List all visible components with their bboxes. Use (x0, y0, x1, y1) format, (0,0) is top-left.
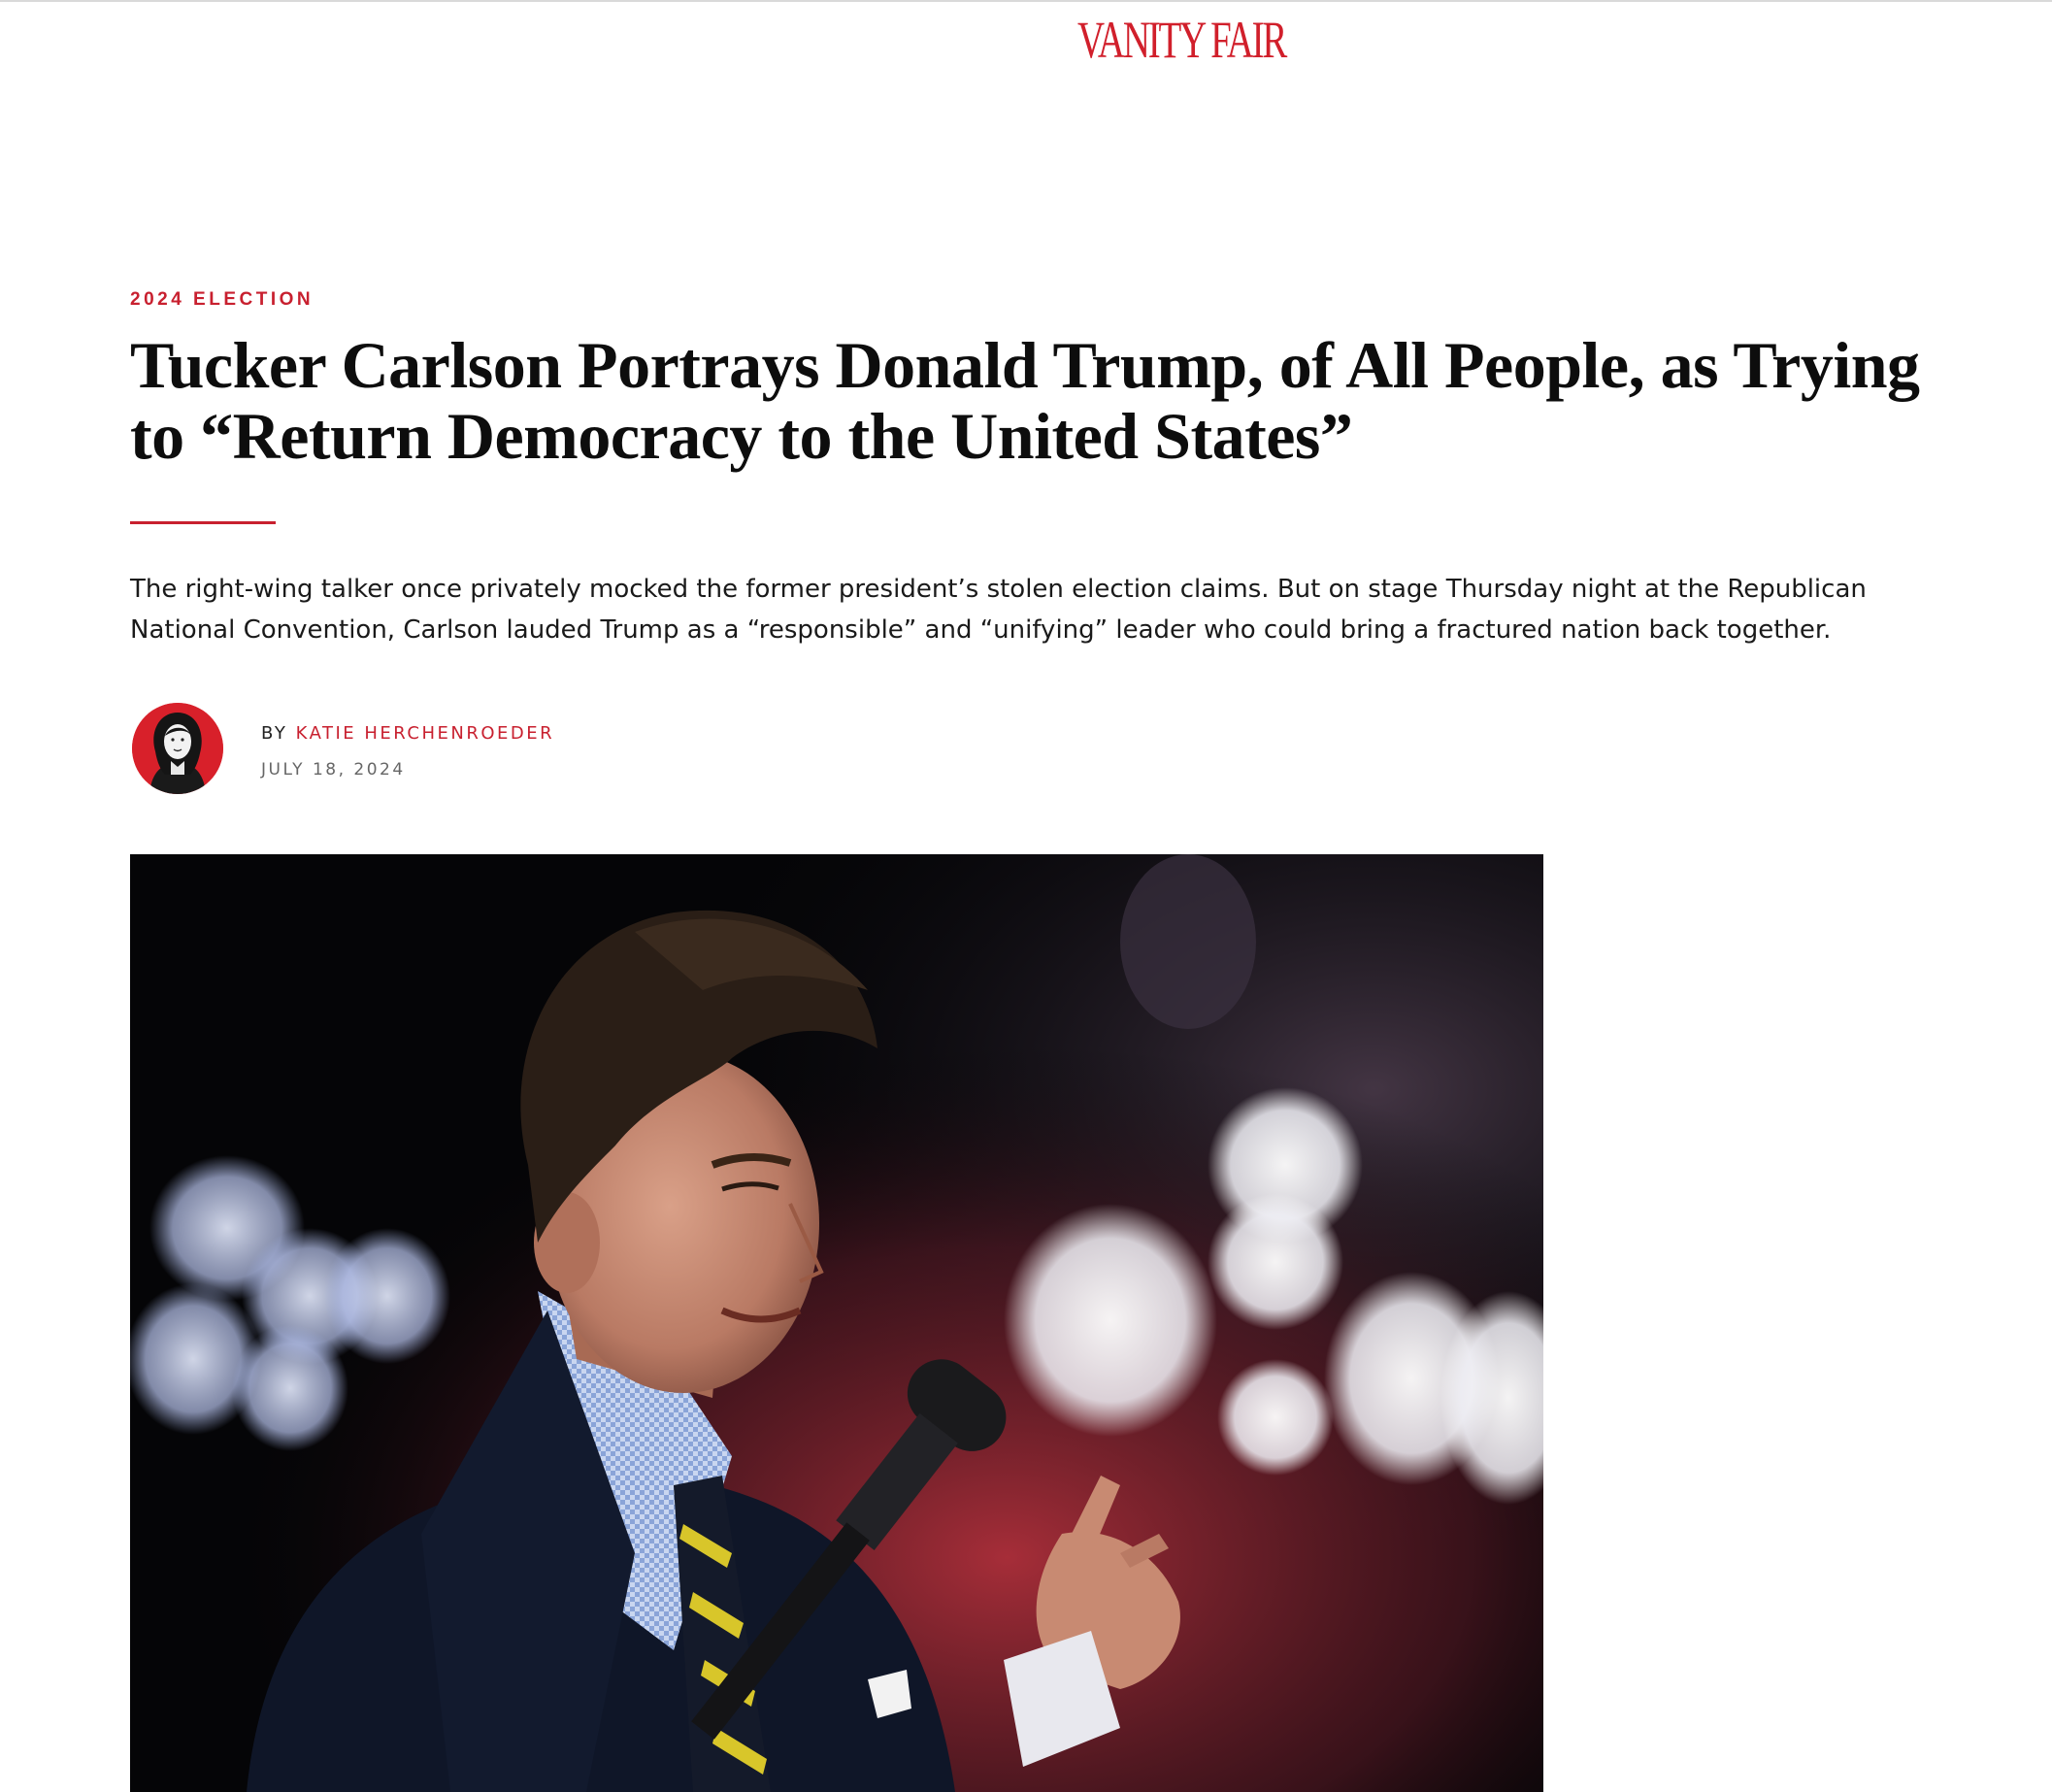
publish-date: JULY 18, 2024 (261, 760, 406, 780)
byline-prefix: BY (261, 723, 288, 744)
author-avatar[interactable] (132, 703, 223, 794)
hero-photo (130, 854, 1543, 1792)
author-link[interactable]: KATIE HERCHENROEDER (296, 723, 555, 744)
headline-accent-divider (130, 521, 276, 524)
article-dek: The right-wing talker once privately moc… (130, 575, 1867, 645)
section-rubric[interactable]: 2024 ELECTION (130, 289, 314, 311)
author-portrait-icon (132, 703, 223, 794)
byline: BY KATIE HERCHENROEDER (261, 723, 554, 744)
site-logo[interactable]: VANITY FAIR (1077, 10, 1287, 70)
hero-image[interactable] (130, 854, 1543, 1792)
headline-line-1: Tucker Carlson Portrays Donald Trump, of… (130, 328, 1920, 402)
headline-line-2: to “Return Democracy to the United State… (130, 399, 1353, 473)
top-divider (0, 0, 2052, 2)
article-headline: Tucker Carlson Portrays Donald Trump, of… (130, 330, 1974, 472)
